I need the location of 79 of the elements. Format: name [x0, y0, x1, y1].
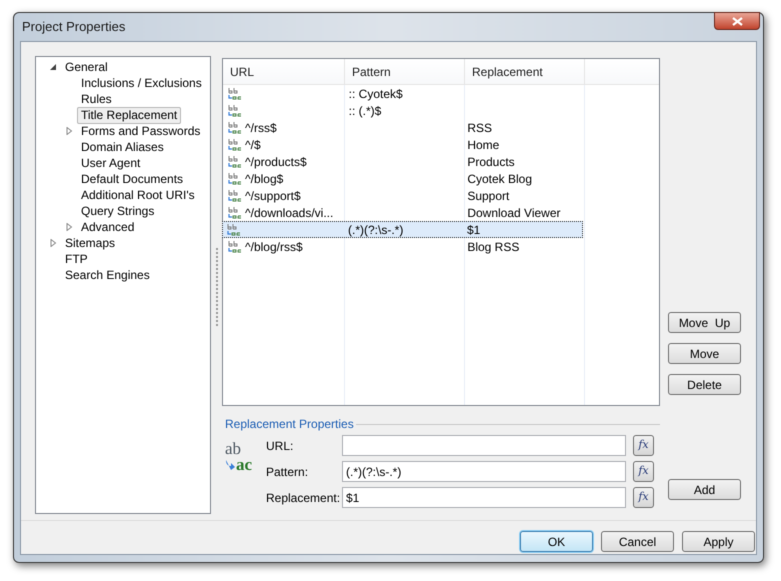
- text-replace-icon: [228, 172, 242, 186]
- input-field[interactable]: $1: [342, 487, 626, 508]
- text-replace-icon: [228, 188, 242, 202]
- tree-item[interactable]: Title Replacement: [77, 106, 182, 124]
- formula-button[interactable]: fx: [633, 461, 654, 482]
- input-field[interactable]: [342, 435, 626, 456]
- tree-item[interactable]: Search Engines: [61, 266, 154, 284]
- table-cell-text: ^/support$: [245, 188, 301, 204]
- list-button[interactable]: Move Up: [668, 312, 741, 333]
- table-cell: Products: [467, 154, 515, 168]
- table-row[interactable]: ^/blog$ Cyotek Blog: [223, 170, 583, 187]
- table-cell-text: ^/rss$: [245, 120, 277, 136]
- dialog-button[interactable]: Cancel: [601, 531, 674, 552]
- list-button[interactable]: Move: [668, 343, 741, 364]
- table-cell-text: ^/blog$: [245, 170, 284, 188]
- table-row[interactable]: ^/$ Home: [223, 136, 583, 153]
- table-cell-text: ^/blog/rss$: [245, 238, 303, 256]
- field-label: URL:: [266, 438, 294, 454]
- text-replace-icon: [228, 206, 242, 220]
- table-cell: $1: [466, 222, 480, 236]
- list-button[interactable]: Delete: [668, 374, 741, 395]
- collapse-arrow-icon[interactable]: [50, 63, 56, 71]
- close-icon: [732, 16, 742, 26]
- tree-item[interactable]: Query Strings: [77, 202, 158, 220]
- table-cell-text: ^/products$: [245, 154, 307, 170]
- column-header[interactable]: URL: [223, 59, 345, 84]
- table-cell: RSS: [467, 120, 492, 134]
- tree-item[interactable]: User Agent: [77, 154, 144, 172]
- table-cell: Download Viewer: [467, 206, 560, 220]
- table-row[interactable]: :: (.*)$: [223, 102, 583, 119]
- text-replace-icon: [228, 120, 242, 134]
- table-row[interactable]: ^/blog/rss$ Blog RSS: [223, 238, 583, 255]
- text-replace-icon: [228, 138, 242, 152]
- formula-button[interactable]: fx: [633, 435, 654, 456]
- column-header[interactable]: Pattern: [345, 59, 465, 84]
- text-replace-icon: [227, 222, 241, 236]
- close-button[interactable]: [714, 12, 760, 30]
- dialog-button[interactable]: Apply: [682, 531, 755, 552]
- text-replace-icon: [228, 104, 242, 118]
- expand-arrow-icon[interactable]: [66, 127, 72, 135]
- text-replace-icon: [228, 86, 242, 100]
- window-title: Project Properties: [22, 18, 126, 36]
- field-label: Replacement:: [266, 490, 342, 506]
- input-field[interactable]: (.*)(?:\s-.*): [342, 461, 626, 482]
- dialog-button[interactable]: OK: [520, 531, 593, 552]
- field-label: Pattern:: [266, 464, 310, 480]
- table-cell: :: (.*)$: [348, 104, 382, 118]
- formula-button[interactable]: fx: [633, 487, 654, 508]
- tree-item[interactable]: Forms and Passwords: [77, 122, 204, 140]
- text-replace-icon: [228, 240, 242, 254]
- table-cell: Cyotek Blog: [467, 172, 532, 186]
- table-cell: Support: [467, 188, 510, 202]
- table-cell: (.*)(?:\s-.*): [348, 222, 404, 236]
- tree-item[interactable]: Domain Aliases: [77, 138, 168, 156]
- tree-item[interactable]: Default Documents: [77, 170, 188, 188]
- tree-item[interactable]: Additional Root URI's: [77, 186, 199, 204]
- table-row[interactable]: :: Cyotek$: [223, 85, 583, 102]
- column-header[interactable]: Replacement: [465, 59, 585, 84]
- tree-item[interactable]: Sitemaps: [61, 234, 120, 252]
- add-button[interactable]: Add: [668, 479, 741, 500]
- expand-arrow-icon[interactable]: [66, 223, 72, 231]
- table-cell-text: ^/downloads/vi...: [245, 204, 334, 222]
- tree-item[interactable]: Inclusions / Exclusions: [77, 74, 206, 92]
- expand-arrow-icon[interactable]: [50, 239, 56, 247]
- tree-item[interactable]: FTP: [61, 250, 92, 268]
- tree-item[interactable]: General: [61, 58, 112, 76]
- table-row[interactable]: ^/products$ Products: [223, 153, 583, 170]
- text-replace-icon: [228, 154, 242, 168]
- table-cell: Blog RSS: [467, 240, 520, 254]
- table-row[interactable]: ^/downloads/vi... Download Viewer: [223, 204, 583, 221]
- table-row[interactable]: ^/rss$ RSS: [223, 119, 583, 136]
- tree-item[interactable]: Rules: [77, 90, 116, 108]
- group-title: Replacement Properties: [224, 416, 354, 433]
- table-row[interactable]: ^/support$ Support: [223, 187, 583, 204]
- tree-item[interactable]: Advanced: [77, 218, 138, 236]
- table-cell: :: Cyotek$: [348, 86, 403, 100]
- table-cell-text: ^/$: [245, 136, 261, 154]
- table-cell: Home: [467, 138, 500, 152]
- table-row[interactable]: (.*)(?:\s-.*) $1: [222, 221, 583, 238]
